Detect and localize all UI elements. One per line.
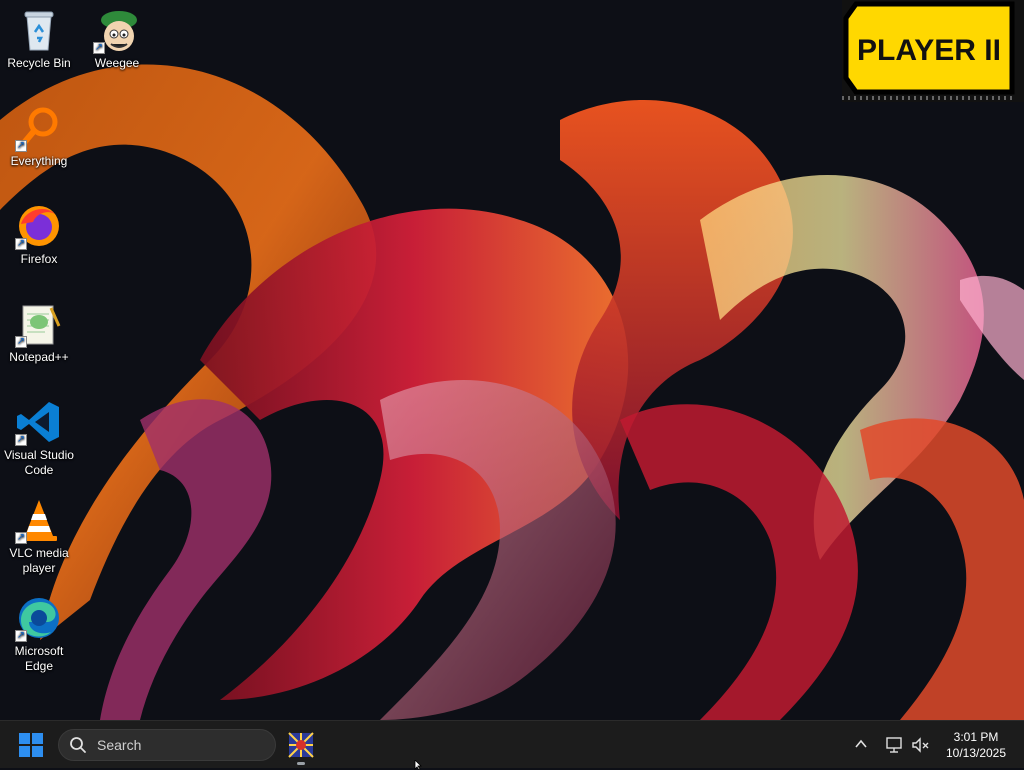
recycle-bin-icon [15, 6, 63, 54]
shortcut-arrow-icon: ↗ [93, 42, 105, 54]
desktop-icon-label: Weegee [94, 56, 140, 70]
windows-logo-icon [19, 733, 43, 757]
shortcut-arrow-icon: ↗ [15, 434, 27, 446]
desktop-icon-label: Firefox [20, 252, 58, 266]
desktop-icon-notepadpp[interactable]: ↗ Notepad++ [0, 300, 78, 365]
volume-muted-icon[interactable] [910, 735, 930, 755]
notepadpp-icon: ↗ [15, 300, 63, 348]
mouse-cursor-icon [414, 760, 422, 770]
vscode-icon: ↗ [15, 398, 63, 446]
vlc-icon: ↗ [15, 496, 63, 544]
desktop-icon-weegee[interactable]: ↗ Weegee [78, 6, 156, 71]
search-icon [70, 737, 86, 753]
taskbar: 3:01 PM 10/13/2025 [0, 720, 1024, 768]
desktop-icon-firefox[interactable]: ↗ Firefox [0, 202, 78, 267]
desktop-icon-label: Everything [10, 154, 68, 168]
weegee-icon: ↗ [93, 6, 141, 54]
shortcut-arrow-icon: ↗ [15, 630, 27, 642]
edge-icon: ↗ [15, 594, 63, 642]
desktop-icon-everything[interactable]: ↗ Everything [0, 104, 78, 169]
desktop-wallpaper [0, 0, 1024, 720]
desktop-icon-vscode[interactable]: ↗ Visual Studio Code [0, 398, 78, 478]
firefox-icon: ↗ [15, 202, 63, 250]
pinned-app-icon [288, 732, 314, 758]
desktop-icon-label: Recycle Bin [7, 56, 71, 70]
taskbar-app-button[interactable] [286, 729, 316, 761]
everything-search-icon: ↗ [15, 104, 63, 152]
clock-date: 10/13/2025 [945, 746, 1007, 760]
running-app-indicator [297, 762, 305, 765]
player-ii-badge: PLAYER II [842, 0, 1024, 102]
desktop-icon-label: Visual Studio Code [4, 448, 74, 477]
taskbar-clock[interactable]: 3:01 PM 10/13/2025 [936, 729, 1016, 761]
desktop-icon-edge[interactable]: ↗ Microsoft Edge [0, 594, 78, 674]
desktop-icon-vlc[interactable]: ↗ VLC media player [0, 496, 78, 576]
shortcut-arrow-icon: ↗ [15, 238, 27, 250]
network-icon[interactable] [884, 735, 904, 755]
desktop-icon-label: Notepad++ [9, 350, 69, 364]
desktop-icon-label: VLC media player [9, 546, 69, 575]
show-hidden-icons-chevron-up-icon[interactable] [852, 735, 870, 753]
player-ii-text: PLAYER II [857, 34, 1001, 67]
shortcut-arrow-icon: ↗ [15, 532, 27, 544]
taskbar-search-box[interactable] [58, 729, 276, 761]
clock-time: 3:01 PM [953, 730, 999, 744]
start-button[interactable] [16, 731, 46, 759]
desktop-icon-label: Microsoft Edge [14, 644, 64, 673]
search-input[interactable] [95, 736, 269, 754]
shortcut-arrow-icon: ↗ [15, 336, 27, 348]
shortcut-arrow-icon: ↗ [15, 140, 27, 152]
desktop-icon-recycle-bin[interactable]: Recycle Bin [0, 6, 78, 71]
